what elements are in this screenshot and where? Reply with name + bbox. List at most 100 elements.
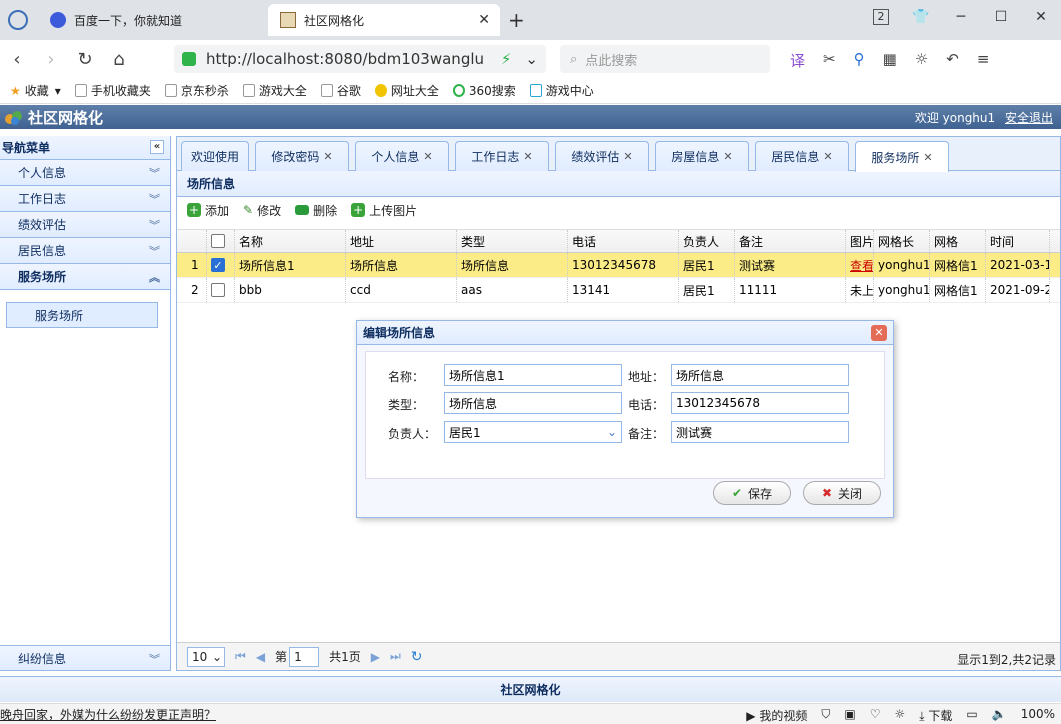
bookmark-mobile[interactable]: 手机收藏夹 <box>74 82 151 99</box>
bookmark-jd[interactable]: 京东秒杀 <box>164 82 229 99</box>
menu-icon[interactable]: ≡ <box>977 50 990 71</box>
close-tab-icon[interactable]: ✕ <box>478 12 490 28</box>
maximize-icon[interactable]: ☐ <box>981 9 1021 25</box>
tab-work-log[interactable]: 工作日志 ✕ <box>455 141 549 171</box>
logout-link[interactable]: 安全退出 <box>1005 111 1053 125</box>
undo-icon[interactable]: ↶ <box>946 50 959 71</box>
heart-icon[interactable]: ♡ <box>870 707 881 724</box>
sidebar-item-disputes[interactable]: 纠纷信息 ︾ <box>0 645 170 671</box>
my-video-button[interactable]: ▶ 我的视频 <box>746 707 807 724</box>
owner-select[interactable]: 居民1 ⌄ <box>444 421 622 443</box>
image-icon[interactable]: ▣ <box>844 707 855 724</box>
scissors-icon[interactable]: ✂ <box>823 50 836 71</box>
col-name[interactable]: 名称 <box>235 230 346 252</box>
close-window-icon[interactable]: ✕ <box>1021 9 1061 25</box>
sidebar-item-work-log[interactable]: 工作日志 ︾ <box>0 186 170 212</box>
tab-service-places[interactable]: 服务场所 ✕ <box>855 141 949 172</box>
tab-residents[interactable]: 居民信息 ✕ <box>755 141 849 171</box>
back-icon[interactable]: ‹ <box>0 49 34 70</box>
chevron-down-icon[interactable]: ⌄ <box>525 50 538 68</box>
note-input[interactable]: 测试赛 <box>671 421 849 443</box>
type-input[interactable]: 场所信息 <box>444 392 622 414</box>
reload-icon[interactable]: ↻ <box>68 49 102 70</box>
window-count[interactable]: 2 <box>873 9 889 25</box>
last-page-icon[interactable]: ⏭ <box>390 649 401 664</box>
home-icon[interactable]: ⌂ <box>102 49 136 70</box>
tab-performance[interactable]: 绩效评估 ✕ <box>555 141 649 171</box>
bookmark-hao[interactable]: 网址大全 <box>374 82 439 99</box>
col-grid-leader[interactable]: 网格长 <box>874 230 930 252</box>
new-tab-icon[interactable]: + <box>508 8 525 32</box>
row-checkbox-checked[interactable]: ✓ <box>211 258 225 272</box>
sidebar-item-residents[interactable]: 居民信息 ︾ <box>0 238 170 264</box>
browser-tab-active[interactable]: 社区网格化 ✕ <box>268 4 500 36</box>
shirt-icon[interactable]: 👕 <box>901 9 941 25</box>
bookmark-google[interactable]: 谷歌 <box>320 82 361 99</box>
next-page-icon[interactable]: ▶ <box>371 650 380 664</box>
col-grid[interactable]: 网格 <box>930 230 986 252</box>
name-input[interactable]: 场所信息1 <box>444 364 622 386</box>
bookmark-game-center[interactable]: 游戏中心 <box>529 82 594 99</box>
col-phone[interactable]: 电话 <box>568 230 679 252</box>
page-size-select[interactable]: 10 ⌄ <box>187 646 225 667</box>
magnifier-icon[interactable]: ⚲ <box>854 50 865 71</box>
translate-icon[interactable]: 译 <box>790 50 805 71</box>
browser-logo-icon[interactable] <box>8 10 28 30</box>
refresh-icon[interactable]: ↻ <box>411 649 423 665</box>
bookmark-360[interactable]: 360搜索 <box>452 82 516 99</box>
submenu-service-places[interactable]: 服务场所 <box>6 302 158 328</box>
sun-icon[interactable]: ☼ <box>894 707 905 724</box>
cast-icon[interactable]: ▭ <box>966 707 977 724</box>
close-button[interactable]: ✖ 关闭 <box>803 481 881 505</box>
forward-icon[interactable]: › <box>34 49 68 70</box>
select-all-checkbox[interactable] <box>211 234 225 248</box>
save-button[interactable]: ✔ 保存 <box>713 481 791 505</box>
close-icon[interactable]: ✕ <box>623 150 632 163</box>
col-owner[interactable]: 负责人 <box>679 230 735 252</box>
table-row[interactable]: 1 ✓ 场所信息1 场所信息 场所信息 13012345678 居民1 测试赛 … <box>177 253 1060 278</box>
tab-housing[interactable]: 房屋信息 ✕ <box>655 141 749 171</box>
col-type[interactable]: 类型 <box>457 230 568 252</box>
news-link[interactable]: 晚舟回家，外媒为什么纷纷发更正声明？ <box>0 706 216 723</box>
close-icon[interactable]: ✕ <box>323 150 332 163</box>
prev-page-icon[interactable]: ◀ <box>256 650 265 664</box>
grid-apps-icon[interactable]: ▦ <box>883 50 897 71</box>
close-icon[interactable]: ✕ <box>523 150 532 163</box>
col-address[interactable]: 地址 <box>346 230 457 252</box>
upload-image-button[interactable]: + 上传图片 <box>351 202 417 219</box>
edit-button[interactable]: ✎ 修改 <box>243 202 281 219</box>
view-image-link[interactable]: 查看 <box>850 257 873 274</box>
sidebar-item-performance[interactable]: 绩效评估 ︾ <box>0 212 170 238</box>
close-icon[interactable]: ✕ <box>923 151 932 164</box>
search-input[interactable]: ⌕ 点此搜索 <box>560 45 770 73</box>
brightness-icon[interactable]: ☼ <box>915 50 928 71</box>
sidebar-item-service-places[interactable]: 服务场所 ︽ <box>0 264 170 290</box>
shield-icon[interactable]: ⛉ <box>821 707 830 724</box>
table-row[interactable]: 2 bbb ccd aas 13141 居民1 11111 未上 yonghu1… <box>177 278 1060 303</box>
browser-tab-baidu[interactable]: 百度一下，你就知道 <box>46 4 266 36</box>
close-icon[interactable]: ✕ <box>723 150 732 163</box>
page-number-input[interactable]: 1 <box>289 646 320 667</box>
col-time[interactable]: 时间 <box>986 230 1050 252</box>
tab-change-password[interactable]: 修改密码 ✕ <box>255 141 349 171</box>
first-page-icon[interactable]: ⏮ <box>235 649 246 664</box>
download-button[interactable]: ⤓ 下载 <box>919 707 952 724</box>
collapse-icon[interactable]: « <box>150 140 164 154</box>
bookmark-favorites[interactable]: ★ 收藏 ▾ <box>10 82 61 99</box>
phone-input[interactable]: 13012345678 <box>671 392 849 414</box>
bookmark-games[interactable]: 游戏大全 <box>242 82 307 99</box>
dialog-close-icon[interactable]: ✕ <box>871 325 887 341</box>
url-input[interactable]: http://localhost:8080/bdm103wanglu ⚡ ⌄ <box>174 45 546 73</box>
close-icon[interactable]: ✕ <box>823 150 832 163</box>
zoom-level[interactable]: 100% <box>1021 707 1055 724</box>
tab-personal-info[interactable]: 个人信息 ✕ <box>355 141 449 171</box>
tab-welcome[interactable]: 欢迎使用 <box>181 141 249 171</box>
delete-button[interactable]: 删除 <box>295 202 337 219</box>
address-input[interactable]: 场所信息 <box>671 364 849 386</box>
sound-icon[interactable]: 🔈 <box>992 707 1007 724</box>
close-icon[interactable]: ✕ <box>423 150 432 163</box>
sidebar-item-personal-info[interactable]: 个人信息 ︾ <box>0 160 170 186</box>
minimize-icon[interactable]: ─ <box>941 9 981 25</box>
add-button[interactable]: + 添加 <box>187 202 229 219</box>
col-image[interactable]: 图片 <box>846 230 874 252</box>
